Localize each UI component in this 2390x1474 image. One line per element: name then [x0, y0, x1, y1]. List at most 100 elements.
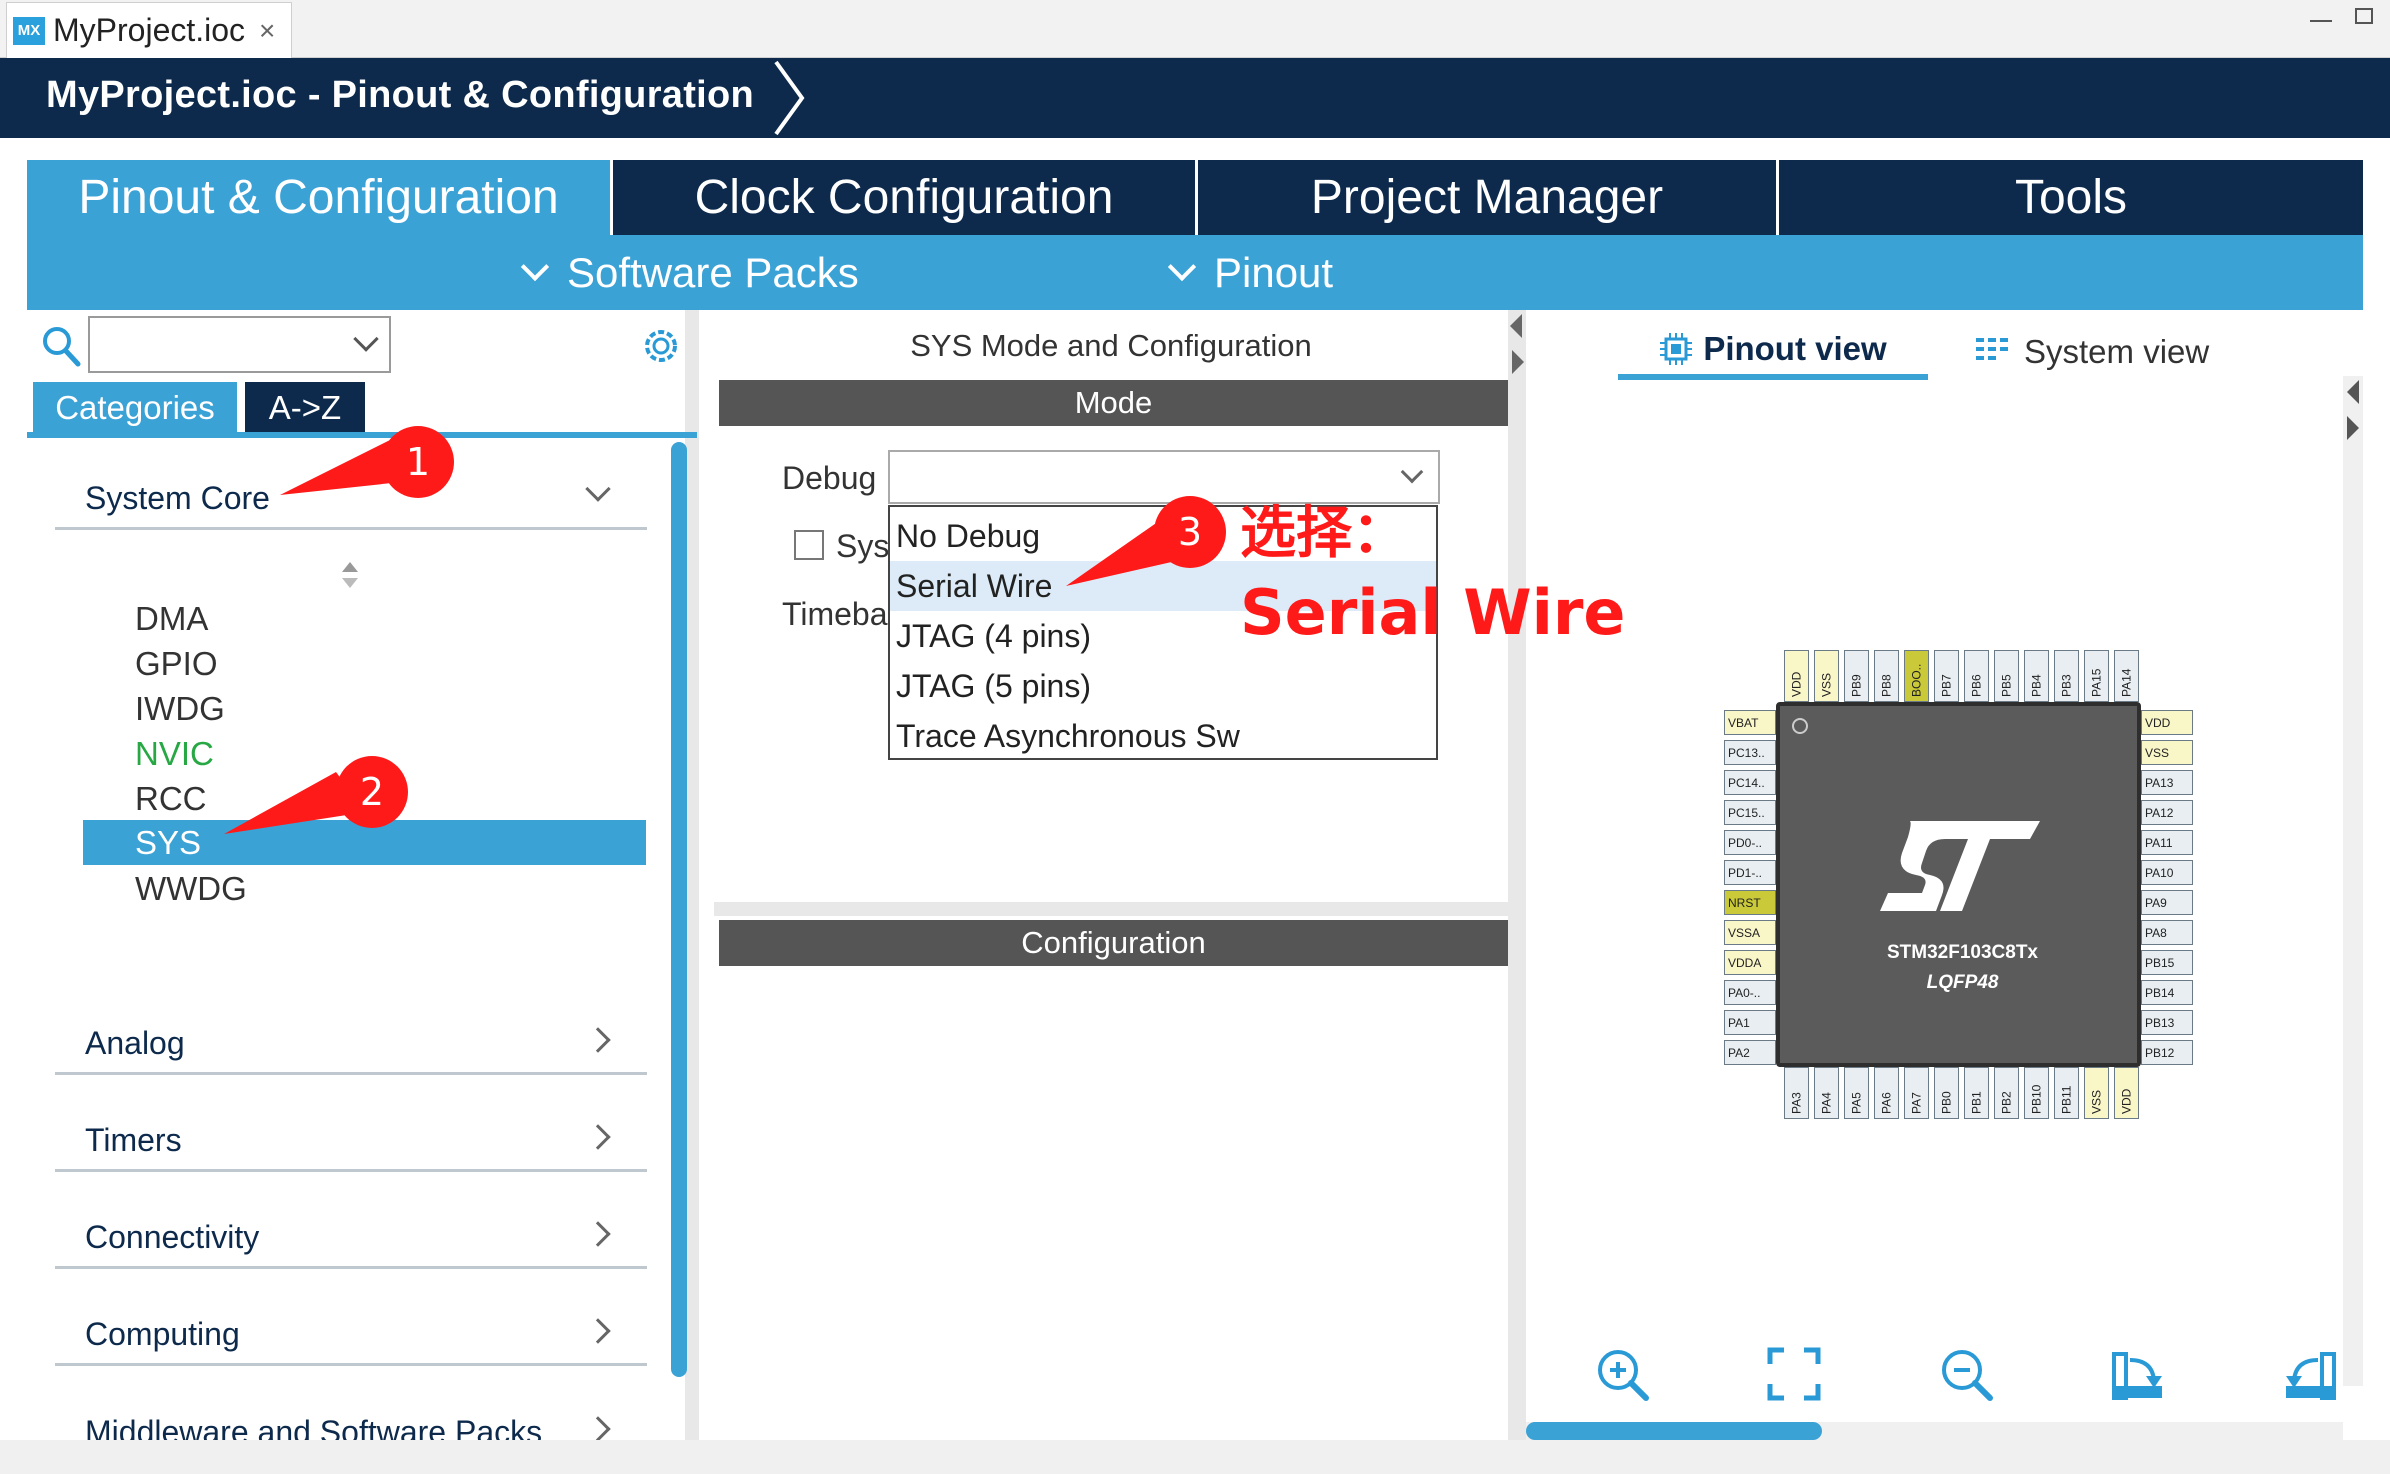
- close-tab-icon[interactable]: ×: [259, 15, 275, 47]
- pin-pb11[interactable]: PB11: [2054, 1067, 2079, 1119]
- pin-pb12[interactable]: PB12: [2141, 1040, 2193, 1065]
- pinout-menu[interactable]: Pinout: [1167, 249, 1333, 297]
- tab-pinout-configuration[interactable]: Pinout & Configuration: [27, 160, 613, 235]
- pin-pa3[interactable]: PA3: [1784, 1067, 1809, 1119]
- maximize-icon[interactable]: [2355, 8, 2373, 24]
- zoom-out-icon[interactable]: [1938, 1346, 1994, 1402]
- expand-right-icon[interactable]: [1512, 350, 1524, 374]
- pin-vss[interactable]: VSS: [1814, 650, 1839, 702]
- chevron-down-icon[interactable]: [353, 326, 379, 352]
- option-trace-async[interactable]: Trace Asynchronous Sw: [890, 711, 1436, 761]
- file-tab[interactable]: MX MyProject.ioc ×: [6, 2, 292, 58]
- pin-vdd[interactable]: VDD: [1784, 650, 1809, 702]
- pin-pd0[interactable]: PD0-..: [1724, 830, 1776, 855]
- breadcrumb-title[interactable]: MyProject.ioc - Pinout & Configuration: [46, 74, 754, 117]
- pin-pa7[interactable]: PA7: [1904, 1067, 1929, 1119]
- pin-pb7[interactable]: PB7: [1934, 650, 1959, 702]
- pin-pb6[interactable]: PB6: [1964, 650, 1989, 702]
- scroll-arrows-icon[interactable]: [2343, 376, 2363, 456]
- pin-pa12[interactable]: PA12: [2141, 800, 2193, 825]
- scrollbar[interactable]: [671, 442, 687, 1377]
- pin-pa1[interactable]: PA1: [1724, 1010, 1776, 1035]
- pin-pa14[interactable]: PA14: [2114, 650, 2139, 702]
- list-item-iwdg[interactable]: IWDG: [83, 686, 646, 731]
- mode-header: Mode: [719, 380, 1508, 426]
- pin-vbat[interactable]: VBAT: [1724, 710, 1776, 735]
- rotate-right-icon[interactable]: [2110, 1346, 2166, 1402]
- section-label: System Core: [85, 480, 270, 516]
- search-input[interactable]: [88, 316, 391, 373]
- st-logo-icon: [1880, 821, 2040, 911]
- list-item-dma[interactable]: DMA: [83, 596, 646, 641]
- pin-pa11[interactable]: PA11: [2141, 830, 2193, 855]
- gear-icon[interactable]: [639, 324, 683, 368]
- section-middleware[interactable]: Middleware and Software Packs: [55, 1402, 647, 1440]
- panel-splitter[interactable]: [1508, 310, 1526, 1440]
- chip-part-number: STM32F103C8Tx: [1886, 942, 2038, 963]
- pin-pa8[interactable]: PA8: [2141, 920, 2193, 945]
- pin-pc13[interactable]: PC13..: [1724, 740, 1776, 765]
- horizontal-scrollbar[interactable]: [1526, 1422, 2343, 1440]
- section-computing[interactable]: Computing: [55, 1304, 647, 1366]
- zoom-in-icon[interactable]: [1594, 1346, 1650, 1402]
- main-tabs: Pinout & Configuration Clock Configurati…: [27, 160, 2363, 235]
- section-timers[interactable]: Timers: [55, 1110, 647, 1172]
- pin-pb13[interactable]: PB13: [2141, 1010, 2193, 1035]
- pin-pb8[interactable]: PB8: [1874, 650, 1899, 702]
- pin-vss[interactable]: VSS: [2141, 740, 2193, 765]
- pin-pa9[interactable]: PA9: [2141, 890, 2193, 915]
- pin-pb3[interactable]: PB3: [2054, 650, 2079, 702]
- pin-pb10[interactable]: PB10: [2024, 1067, 2049, 1119]
- pin-pb15[interactable]: PB15: [2141, 950, 2193, 975]
- tab-categories[interactable]: Categories: [33, 382, 237, 434]
- collapse-left-icon[interactable]: [1510, 314, 1522, 338]
- tab-clock-configuration[interactable]: Clock Configuration: [613, 160, 1198, 235]
- pin-pa6[interactable]: PA6: [1874, 1067, 1899, 1119]
- pin-pb2[interactable]: PB2: [1994, 1067, 2019, 1119]
- breadcrumb-arrow-icon: [774, 60, 805, 136]
- rotate-left-icon[interactable]: [2282, 1346, 2338, 1402]
- pin-pa5[interactable]: PA5: [1844, 1067, 1869, 1119]
- pin-pa2[interactable]: PA2: [1724, 1040, 1776, 1065]
- pin-nrst[interactable]: NRST: [1724, 890, 1776, 915]
- pin-pb5[interactable]: PB5: [1994, 650, 2019, 702]
- section-analog[interactable]: Analog: [55, 1013, 647, 1075]
- section-connectivity[interactable]: Connectivity: [55, 1207, 647, 1269]
- list-item-gpio[interactable]: GPIO: [83, 641, 646, 686]
- pin-vdd[interactable]: VDD: [2141, 710, 2193, 735]
- tab-project-manager[interactable]: Project Manager: [1198, 160, 1779, 235]
- minimize-icon[interactable]: [2310, 8, 2332, 22]
- callout-1: 1: [280, 426, 454, 498]
- search-icon[interactable]: [41, 324, 81, 368]
- pin-pb9[interactable]: PB9: [1844, 650, 1869, 702]
- tab-pinout-view[interactable]: Pinout view: [1618, 324, 1928, 380]
- pin-pa10[interactable]: PA10: [2141, 860, 2193, 885]
- pin-pb4[interactable]: PB4: [2024, 650, 2049, 702]
- tab-tools[interactable]: Tools: [1779, 160, 2363, 235]
- scrollbar-thumb[interactable]: [1526, 1422, 1822, 1440]
- sort-icon[interactable]: [339, 560, 361, 590]
- pin-vdd[interactable]: VDD: [2114, 1067, 2139, 1119]
- option-jtag-5-pins[interactable]: JTAG (5 pins): [890, 661, 1436, 711]
- pin-vssa[interactable]: VSSA: [1724, 920, 1776, 945]
- pin-pb1[interactable]: PB1: [1964, 1067, 1989, 1119]
- pin-pb14[interactable]: PB14: [2141, 980, 2193, 1005]
- list-item-wwdg[interactable]: WWDG: [83, 866, 646, 911]
- pin-pc14[interactable]: PC14..: [1724, 770, 1776, 795]
- pin-pd1[interactable]: PD1-..: [1724, 860, 1776, 885]
- pin-pb0[interactable]: PB0: [1934, 1067, 1959, 1119]
- pin-pa13[interactable]: PA13: [2141, 770, 2193, 795]
- pin-boo[interactable]: BOO..: [1904, 650, 1929, 702]
- panel-divider[interactable]: [714, 902, 1508, 916]
- software-packs-menu[interactable]: Software Packs: [520, 249, 859, 297]
- pin-pc15[interactable]: PC15..: [1724, 800, 1776, 825]
- pin-pa15[interactable]: PA15: [2084, 650, 2109, 702]
- fit-screen-icon[interactable]: [1766, 1346, 1822, 1402]
- tab-system-view[interactable]: System view: [1976, 324, 2256, 380]
- pin-pa0[interactable]: PA0-..: [1724, 980, 1776, 1005]
- pin-pa4[interactable]: PA4: [1814, 1067, 1839, 1119]
- pin-vss[interactable]: VSS: [2084, 1067, 2109, 1119]
- sys-checkbox[interactable]: [794, 530, 824, 560]
- pin-vdda[interactable]: VDDA: [1724, 950, 1776, 975]
- vertical-scrollbar[interactable]: [2343, 376, 2363, 1386]
